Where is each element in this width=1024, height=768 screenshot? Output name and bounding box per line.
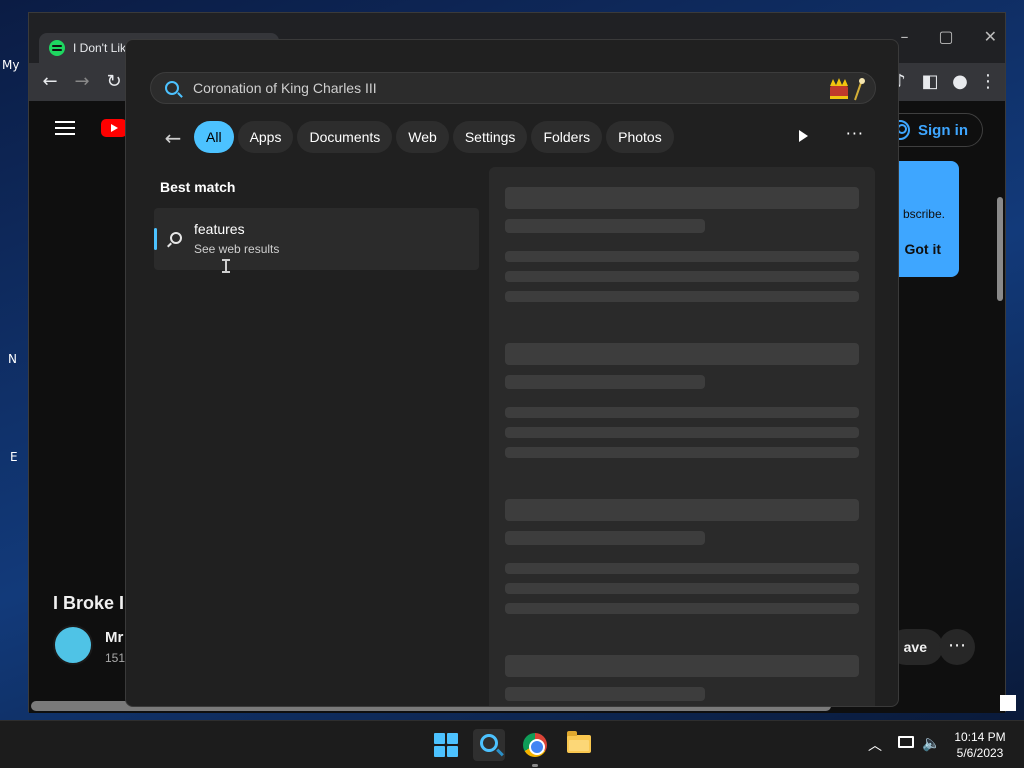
more-actions-button[interactable]: ⋯ [939, 629, 975, 665]
search-icon [480, 734, 498, 752]
clock-date: 5/6/2023 [956, 746, 1004, 760]
best-match-heading: Best match [160, 179, 236, 195]
tab-settings[interactable]: Settings [452, 121, 528, 153]
taskbar-clock[interactable]: 10:14 PM 5/6/2023 [946, 729, 1014, 761]
tab-web[interactable]: Web [396, 121, 449, 153]
back-arrow-icon[interactable]: ← [162, 127, 184, 149]
desktop-icon-label[interactable]: E [10, 450, 18, 464]
back-arrow-icon[interactable]: ← [39, 71, 61, 93]
search-icon [170, 232, 182, 244]
skeleton-title [505, 499, 859, 521]
windows-start-icon[interactable] [434, 733, 458, 757]
clock-time: 10:14 PM [954, 730, 1006, 744]
hamburger-menu-icon[interactable] [55, 121, 75, 135]
vertical-scrollbar[interactable] [997, 197, 1003, 301]
skeleton-line [505, 563, 859, 574]
tab-documents[interactable]: Documents [297, 121, 393, 153]
skeleton-title [505, 655, 859, 677]
channel-name[interactable]: Mr [105, 629, 123, 646]
side-panel-icon[interactable]: ◧ [919, 71, 941, 93]
skeleton-line [505, 583, 859, 594]
speaker-icon[interactable]: 🔈 [922, 734, 941, 752]
got-it-button[interactable]: Got it [904, 241, 941, 257]
maximize-icon[interactable]: ▢ [938, 27, 953, 46]
tab-all[interactable]: All [194, 121, 234, 153]
network-icon[interactable] [898, 736, 914, 748]
spotify-icon [49, 40, 65, 56]
running-indicator [532, 764, 538, 767]
result-subtitle: See web results [194, 242, 280, 256]
skeleton-subtitle [505, 219, 705, 233]
play-icon[interactable] [796, 129, 810, 143]
skeleton-line [505, 291, 859, 302]
channel-avatar[interactable] [53, 625, 93, 665]
profile-icon[interactable]: ● [949, 71, 971, 93]
sign-in-label: Sign in [918, 121, 968, 139]
close-icon[interactable]: ✕ [984, 27, 997, 46]
skeleton-subtitle [505, 687, 705, 701]
youtube-logo[interactable] [101, 119, 127, 137]
result-title: features [194, 221, 245, 237]
reload-icon[interactable]: ↻ [103, 71, 125, 93]
filter-tabs: All Apps Documents Web Settings Folders … [194, 121, 674, 153]
subscriber-count: 151 [105, 651, 126, 665]
skeleton-line [505, 271, 859, 282]
more-options-icon[interactable]: ··· [846, 124, 864, 143]
taskbar: ︿ 🔈 10:14 PM 5/6/2023 [0, 720, 1024, 768]
skeleton-line [505, 407, 859, 418]
kebab-menu-icon[interactable]: ⋮ [977, 71, 999, 93]
search-icon [165, 81, 179, 95]
video-title: I Broke I [53, 593, 125, 613]
text-cursor-icon [222, 259, 230, 273]
skeleton-line [505, 427, 859, 438]
search-query[interactable]: Coronation of King Charles III [193, 80, 377, 96]
skeleton-line [505, 447, 859, 458]
tab-photos[interactable]: Photos [606, 121, 674, 153]
skeleton-subtitle [505, 531, 705, 545]
desktop-corner-square [1000, 695, 1016, 711]
minimize-icon[interactable]: – [900, 27, 908, 46]
tab-apps[interactable]: Apps [237, 121, 294, 153]
file-explorer-icon[interactable] [567, 731, 591, 753]
skeleton-title [505, 343, 859, 365]
browser-tab-title: I Don't Lik [73, 41, 126, 55]
forward-arrow-icon[interactable]: → [71, 71, 93, 93]
tab-folders[interactable]: Folders [531, 121, 603, 153]
skeleton-title [505, 187, 859, 209]
desktop-icon-label[interactable]: N [8, 352, 17, 366]
window-controls: – ▢ ✕ [900, 27, 997, 46]
search-flyout: Coronation of King Charles III ← All App… [125, 39, 899, 707]
skeleton-line [505, 603, 859, 614]
desktop-icon-label[interactable]: My [2, 58, 19, 72]
chrome-icon[interactable] [523, 733, 547, 757]
search-input[interactable]: Coronation of King Charles III [150, 72, 876, 104]
skeleton-subtitle [505, 375, 705, 389]
crown-icon[interactable] [827, 76, 867, 102]
best-match-result[interactable]: features See web results [154, 208, 479, 270]
chevron-up-icon[interactable]: ︿ [868, 735, 882, 755]
tooltip-text: bscribe. [902, 207, 945, 221]
preview-pane-loading [489, 167, 875, 706]
skeleton-line [505, 251, 859, 262]
